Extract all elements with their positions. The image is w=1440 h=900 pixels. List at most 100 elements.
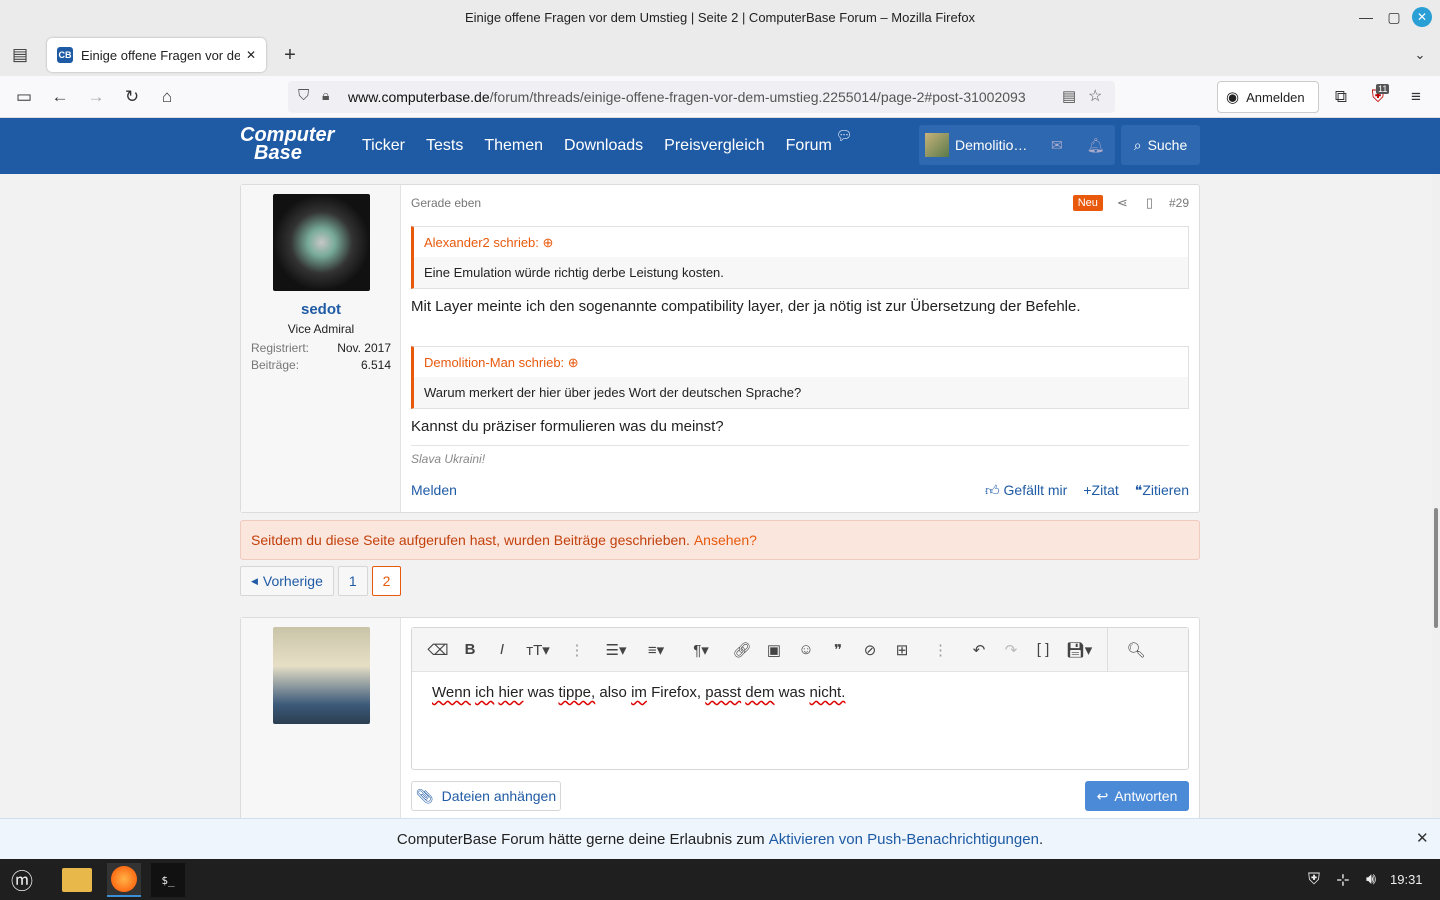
shield-icon[interactable]: ⛉ bbox=[298, 87, 309, 104]
computerbase-logo[interactable]: Computer Base bbox=[240, 125, 334, 163]
reply-quote-button[interactable]: ❝Zitieren bbox=[1135, 482, 1189, 499]
report-link[interactable]: Melden bbox=[411, 482, 985, 499]
pagination: ◀ Vorherige 1 2 bbox=[240, 566, 402, 596]
notice-link[interactable]: Ansehen? bbox=[694, 532, 757, 548]
scrollbar-thumb[interactable] bbox=[1434, 508, 1438, 628]
font-size-icon[interactable]: тT▾ bbox=[518, 641, 558, 659]
account-icon: ◉ bbox=[1226, 89, 1240, 106]
nav-tests[interactable]: Tests bbox=[426, 137, 463, 155]
favicon-icon: CB bbox=[57, 47, 73, 63]
post-time[interactable]: Gerade eben bbox=[411, 196, 1073, 210]
preview-icon[interactable]: 🔍︎ bbox=[1120, 641, 1152, 659]
quote-1-text: Eine Emulation würde richtig derbe Leist… bbox=[424, 265, 724, 280]
file-manager-icon[interactable] bbox=[62, 868, 92, 892]
tab-list-icon[interactable]: ⌄ bbox=[1408, 43, 1432, 67]
mint-menu-icon[interactable]: ⓜ bbox=[5, 863, 39, 897]
search-icon: ⌕ bbox=[1133, 136, 1142, 153]
close-icon[interactable]: ✕ bbox=[1416, 829, 1429, 847]
url-path: /forum/threads/einige-offene-fragen-vor-… bbox=[489, 89, 1026, 105]
extensions-icon[interactable]: ⧉ bbox=[1329, 85, 1353, 109]
link-icon[interactable]: 🔗︎ bbox=[726, 641, 758, 659]
menu-icon[interactable]: ≡ bbox=[1404, 85, 1428, 109]
spoiler-icon[interactable]: ⊘ bbox=[854, 641, 886, 659]
back-icon[interactable]: ← bbox=[48, 85, 72, 109]
nav-forum[interactable]: Forum💬︎ bbox=[786, 128, 853, 155]
post-text-2: Kannst du präziser formulieren was du me… bbox=[411, 418, 724, 435]
tab-title: Einige offene Fragen vor dem Umstieg | S… bbox=[81, 47, 240, 63]
editor-text[interactable]: Wenn ich hier was tippe, also im Firefox… bbox=[412, 672, 1188, 713]
reply-box: ⌫ B I тT▾ ⋮ ☰▾ ≡▾ ¶▾ 🔗︎ ▣ ☺ ❞ ⊘ ⊞ ⋮ ↶ ↷ … bbox=[240, 617, 1200, 818]
save-draft-icon[interactable]: 💾︎▾ bbox=[1059, 641, 1099, 659]
reply-avatar bbox=[273, 627, 370, 724]
new-tab-icon[interactable]: + bbox=[278, 43, 302, 67]
bbcode-icon[interactable]: [ ] bbox=[1027, 641, 1059, 658]
quote-icon[interactable]: ❞ bbox=[822, 641, 854, 659]
reply-submit-button[interactable]: ↩ Antworten bbox=[1085, 781, 1189, 811]
quote-2-text: Warum merkert der hier über jedes Wort d… bbox=[424, 385, 802, 400]
page-content: sedot Vice Admiral Registriert: Nov. 2017… bbox=[0, 174, 1440, 818]
table-icon[interactable]: ⊞ bbox=[886, 641, 918, 659]
attach-files-button[interactable]: 📎︎ Dateien anhängen bbox=[411, 781, 561, 811]
signin-button[interactable]: ◉ Anmelden bbox=[1217, 81, 1319, 113]
user-name: Demolitio… bbox=[955, 137, 1028, 153]
bookmark-icon[interactable]: ▯ bbox=[1146, 195, 1153, 211]
page-1-button[interactable]: 1 bbox=[337, 566, 368, 596]
lock-icon[interactable]: 🔒︎ bbox=[322, 87, 329, 104]
clear-format-icon[interactable]: ⌫ bbox=[422, 641, 454, 659]
nav-ticker[interactable]: Ticker bbox=[362, 137, 405, 155]
reply-editor[interactable]: ⌫ B I тT▾ ⋮ ☰▾ ≡▾ ¶▾ 🔗︎ ▣ ☺ ❞ ⊘ ⊞ ⋮ ↶ ↷ … bbox=[411, 627, 1189, 770]
quote-2-author[interactable]: Demolition-Man schrieb: ⊕ bbox=[414, 347, 1188, 377]
post-number[interactable]: #29 bbox=[1169, 196, 1189, 210]
post-author[interactable]: sedot bbox=[241, 301, 401, 318]
quote-plus-button[interactable]: +Zitat bbox=[1083, 482, 1118, 499]
list-icon[interactable]: ☰▾ bbox=[596, 641, 636, 659]
redo-icon[interactable]: ↷ bbox=[995, 641, 1027, 659]
more-options-icon[interactable]: ⋮ bbox=[918, 641, 963, 659]
signature: Slava Ukraini! bbox=[411, 445, 1189, 466]
volume-icon[interactable]: 🔊︎ bbox=[1354, 863, 1388, 897]
url-bar[interactable]: ⛉ 🔒︎ www.computerbase.de/forum/threads/e… bbox=[288, 81, 1115, 113]
paragraph-icon[interactable]: ¶▾ bbox=[676, 641, 726, 659]
reply-icon: ↩ bbox=[1096, 787, 1109, 804]
bookmark-star-icon[interactable]: ☆ bbox=[1088, 86, 1102, 106]
clock[interactable]: 19:31 bbox=[1390, 872, 1423, 887]
image-icon[interactable]: ▣ bbox=[758, 641, 790, 659]
window-title: Einige offene Fragen vor dem Umstieg | S… bbox=[464, 9, 976, 25]
push-enable-link[interactable]: Aktivieren von Push-Benachrichtigungen bbox=[769, 831, 1039, 848]
nav-preisvergleich[interactable]: Preisvergleich bbox=[664, 137, 764, 155]
search-button[interactable]: ⌕ Suche bbox=[1121, 125, 1200, 165]
nav-themen[interactable]: Themen bbox=[484, 137, 543, 155]
reload-icon[interactable]: ↻ bbox=[120, 85, 144, 109]
italic-icon[interactable]: I bbox=[486, 641, 518, 658]
user-menu[interactable]: Demolitio… ✉ 🔔︎ bbox=[919, 125, 1115, 165]
terminal-icon[interactable]: $_ bbox=[151, 863, 185, 897]
close-window-icon[interactable]: ✕ bbox=[1412, 7, 1432, 27]
smiley-icon[interactable]: ☺ bbox=[790, 641, 822, 658]
minimize-icon[interactable]: — bbox=[1356, 7, 1376, 27]
undo-icon[interactable]: ↶ bbox=[963, 641, 995, 659]
mail-icon[interactable]: ✉ bbox=[1051, 137, 1063, 154]
sidebar-icon[interactable]: ▭ bbox=[12, 85, 36, 109]
tab-overview-icon[interactable]: ▤ bbox=[8, 43, 32, 67]
page-2-button[interactable]: 2 bbox=[371, 566, 402, 596]
maximize-icon[interactable]: ▢ bbox=[1384, 7, 1404, 27]
like-button[interactable]: 👍︎ Gefällt mir bbox=[985, 482, 1067, 499]
forward-icon[interactable]: → bbox=[84, 85, 108, 109]
bell-icon[interactable]: 🔔︎ bbox=[1087, 137, 1105, 154]
scrollbar-track[interactable] bbox=[1432, 174, 1440, 818]
reply-user-pane bbox=[241, 618, 401, 818]
tab-close-icon[interactable]: ✕ bbox=[246, 48, 256, 62]
avatar[interactable] bbox=[273, 194, 370, 291]
quote-1-author[interactable]: Alexander2 schrieb: ⊕ bbox=[414, 227, 1188, 257]
tab-active[interactable]: CB Einige offene Fragen vor dem Umstieg … bbox=[47, 38, 266, 72]
reader-view-icon[interactable]: ▤ bbox=[1062, 87, 1076, 105]
prev-page-button[interactable]: ◀ Vorherige bbox=[240, 566, 334, 596]
nav-downloads[interactable]: Downloads bbox=[564, 137, 643, 155]
more-options-icon[interactable]: ⋮ bbox=[558, 641, 596, 659]
home-icon[interactable]: ⌂ bbox=[155, 85, 179, 109]
align-icon[interactable]: ≡▾ bbox=[636, 641, 676, 659]
bold-icon[interactable]: B bbox=[454, 641, 486, 658]
share-icon[interactable]: ⋖ bbox=[1117, 195, 1128, 211]
firefox-taskbar-icon[interactable] bbox=[107, 863, 141, 897]
main-nav: Ticker Tests Themen Downloads Preisvergl… bbox=[362, 128, 853, 155]
